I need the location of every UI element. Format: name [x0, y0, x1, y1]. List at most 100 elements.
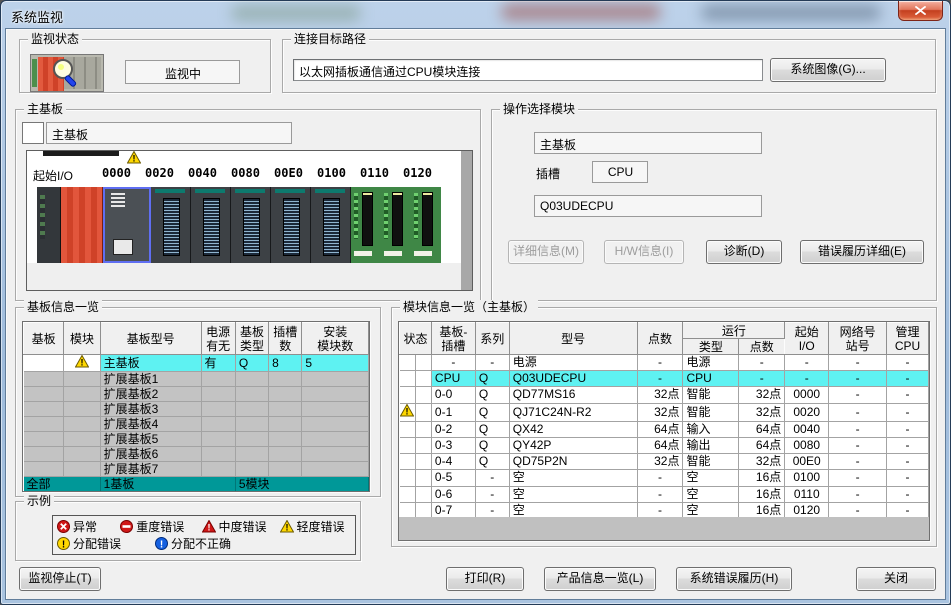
base-info-row[interactable]: 扩展基板6: [24, 447, 369, 462]
error-history-detail-button[interactable]: 错误履历详细(E): [800, 240, 924, 264]
close-button[interactable]: [898, 1, 943, 21]
cell-slot: 0-1: [431, 403, 475, 421]
cell-status-icon: [400, 437, 416, 453]
cell-slots: [269, 417, 302, 432]
cell-run-type: 智能: [683, 387, 739, 403]
col-model: 基板型号: [100, 323, 201, 355]
diagnose-button[interactable]: 诊断(D): [706, 240, 782, 264]
cell-module-status: [64, 447, 100, 462]
rack-cpu-module-selected[interactable]: [103, 187, 151, 263]
cell-status-2: [415, 387, 431, 403]
module-info-group-label: 模块信息一览（主基板）: [400, 300, 538, 314]
cell-model: Q03UDECPU: [509, 371, 637, 387]
start-io-values: 000000200040008000E0010001100120: [95, 166, 439, 184]
cell-status-2: [415, 437, 431, 453]
cell-module-status: [64, 402, 100, 417]
rack-io-module[interactable]: [311, 187, 351, 263]
cell-installed: [302, 432, 369, 447]
cell-run-type: 输出: [683, 437, 739, 453]
rack-empty-slot[interactable]: [411, 187, 441, 263]
rack-io-module[interactable]: [231, 187, 271, 263]
monitor-stop-button[interactable]: 监视停止(T): [19, 567, 101, 591]
base-info-row[interactable]: 扩展基板4: [24, 417, 369, 432]
main-base-tree-item[interactable]: 主基板: [46, 122, 292, 144]
module-info-row[interactable]: --电源-电源----: [400, 355, 929, 371]
module-info-row[interactable]: 0-5-空-空16点0100--: [400, 470, 929, 486]
system-error-history-button[interactable]: 系统错误履历(H): [676, 567, 792, 591]
cell-installed: 5: [302, 355, 369, 372]
cell-points: 64点: [637, 437, 683, 453]
cell-status-2: [415, 371, 431, 387]
start-io-value: 00E0: [267, 166, 310, 184]
selected-base-field: 主基板: [534, 132, 762, 154]
monitor-status-group-label: 监视状态: [28, 32, 82, 46]
module-info-table[interactable]: 状态 基板- 插槽 系列 型号 点数 运行 起始 I/O 网络号 站号 管理 C…: [399, 322, 929, 517]
cell-model: 扩展基板2: [100, 387, 201, 402]
cell-run-type: 空: [683, 486, 739, 502]
product-info-list-button[interactable]: 产品信息一览(L): [544, 567, 656, 591]
base-info-row[interactable]: 扩展基板7: [24, 462, 369, 477]
legend-row: 异常重度错误!中度错误!轻度错误: [57, 518, 351, 535]
legend-item: !分配错误: [57, 535, 149, 552]
rack-power-supply-module[interactable]: [61, 187, 103, 263]
svg-text:!: !: [406, 406, 409, 416]
module-info-row[interactable]: !0-1QQJ71C24N-R232点智能32点0020--: [400, 403, 929, 421]
cell-type: [235, 402, 268, 417]
module-info-row[interactable]: 0-0QQD77MS1632点智能32点0000--: [400, 387, 929, 403]
cell-base: [24, 432, 64, 447]
cell-series: Q: [475, 403, 509, 421]
module-info-row[interactable]: 0-6-空-空16点0110--: [400, 486, 929, 502]
close-dialog-button[interactable]: 关闭: [856, 567, 936, 591]
cell-type: [235, 372, 268, 387]
cell-network: -: [829, 486, 887, 502]
connection-path-field[interactable]: 以太网插板通信通过CPU模块连接: [293, 59, 763, 81]
titlebar[interactable]: 系统监视: [1, 1, 950, 28]
col-manage-cpu: 管理 CPU: [886, 323, 928, 355]
rack-io-module[interactable]: [151, 187, 191, 263]
legend-item-label: 中度错误: [219, 518, 267, 535]
cell-module-status: [64, 417, 100, 432]
tree-node-box[interactable]: [22, 122, 44, 144]
base-info-row[interactable]: 扩展基板2: [24, 387, 369, 402]
legend-item-label: 分配错误: [73, 535, 121, 552]
module-info-row[interactable]: 0-3QQY42P64点输出64点0080--: [400, 437, 929, 453]
system-image-button[interactable]: 系统图像(G)...: [770, 58, 886, 82]
svg-text:!: !: [133, 154, 136, 164]
cell-model: 扩展基板5: [100, 432, 201, 447]
rack-io-module[interactable]: [271, 187, 311, 263]
base-info-row[interactable]: 扩展基板3: [24, 402, 369, 417]
cell-network: -: [829, 387, 887, 403]
titlebar-glass-blur: [501, 4, 661, 20]
base-info-row[interactable]: !主基板有Q85: [24, 355, 369, 372]
base-info-table[interactable]: 基板 模块 基板型号 电源 有无 基板 类型 插槽 数 安装 模块数 !主基板有…: [23, 322, 369, 492]
base-info-row[interactable]: 扩展基板1: [24, 372, 369, 387]
cell-model: 扩展基板3: [100, 402, 201, 417]
rack-diagram[interactable]: ! 起始I/O 000000200040008000E0010001100120: [26, 150, 473, 291]
cell-slots: [269, 447, 302, 462]
cell-base: [24, 447, 64, 462]
cell-run-points: 64点: [739, 437, 785, 453]
cell-status-icon: [400, 371, 416, 387]
module-info-row[interactable]: 0-4QQD75P2N32点智能32点00E0--: [400, 454, 929, 470]
base-info-row[interactable]: 扩展基板5: [24, 432, 369, 447]
cell-series: Q: [475, 454, 509, 470]
rack-io-module[interactable]: [191, 187, 231, 263]
cell-power: [201, 387, 235, 402]
cell-network: -: [829, 371, 887, 387]
summary-bases: 1基板: [100, 477, 235, 492]
selected-base-value: 主基板: [540, 138, 576, 152]
print-button-label: 打印(R): [465, 571, 506, 585]
rack-empty-slot[interactable]: [381, 187, 411, 263]
module-info-row[interactable]: 0-2QQX4264点输入64点0040--: [400, 421, 929, 437]
col-start-io: 起始 I/O: [785, 323, 829, 355]
start-io-value: 0000: [95, 166, 138, 184]
hw-info-button[interactable]: H/W信息(I): [604, 240, 684, 264]
rack-empty-slot[interactable]: [351, 187, 381, 263]
cell-status-2: [415, 470, 431, 486]
print-button[interactable]: 打印(R): [446, 567, 524, 591]
module-info-row[interactable]: CPUQQ03UDECPU-CPU----: [400, 371, 929, 387]
legend-box: 异常重度错误!中度错误!轻度错误 !分配错误!分配不正确: [52, 515, 356, 555]
cell-run-points: 32点: [739, 454, 785, 470]
detail-info-button[interactable]: 详细信息(M): [508, 240, 584, 264]
cell-cpu: -: [886, 403, 928, 421]
